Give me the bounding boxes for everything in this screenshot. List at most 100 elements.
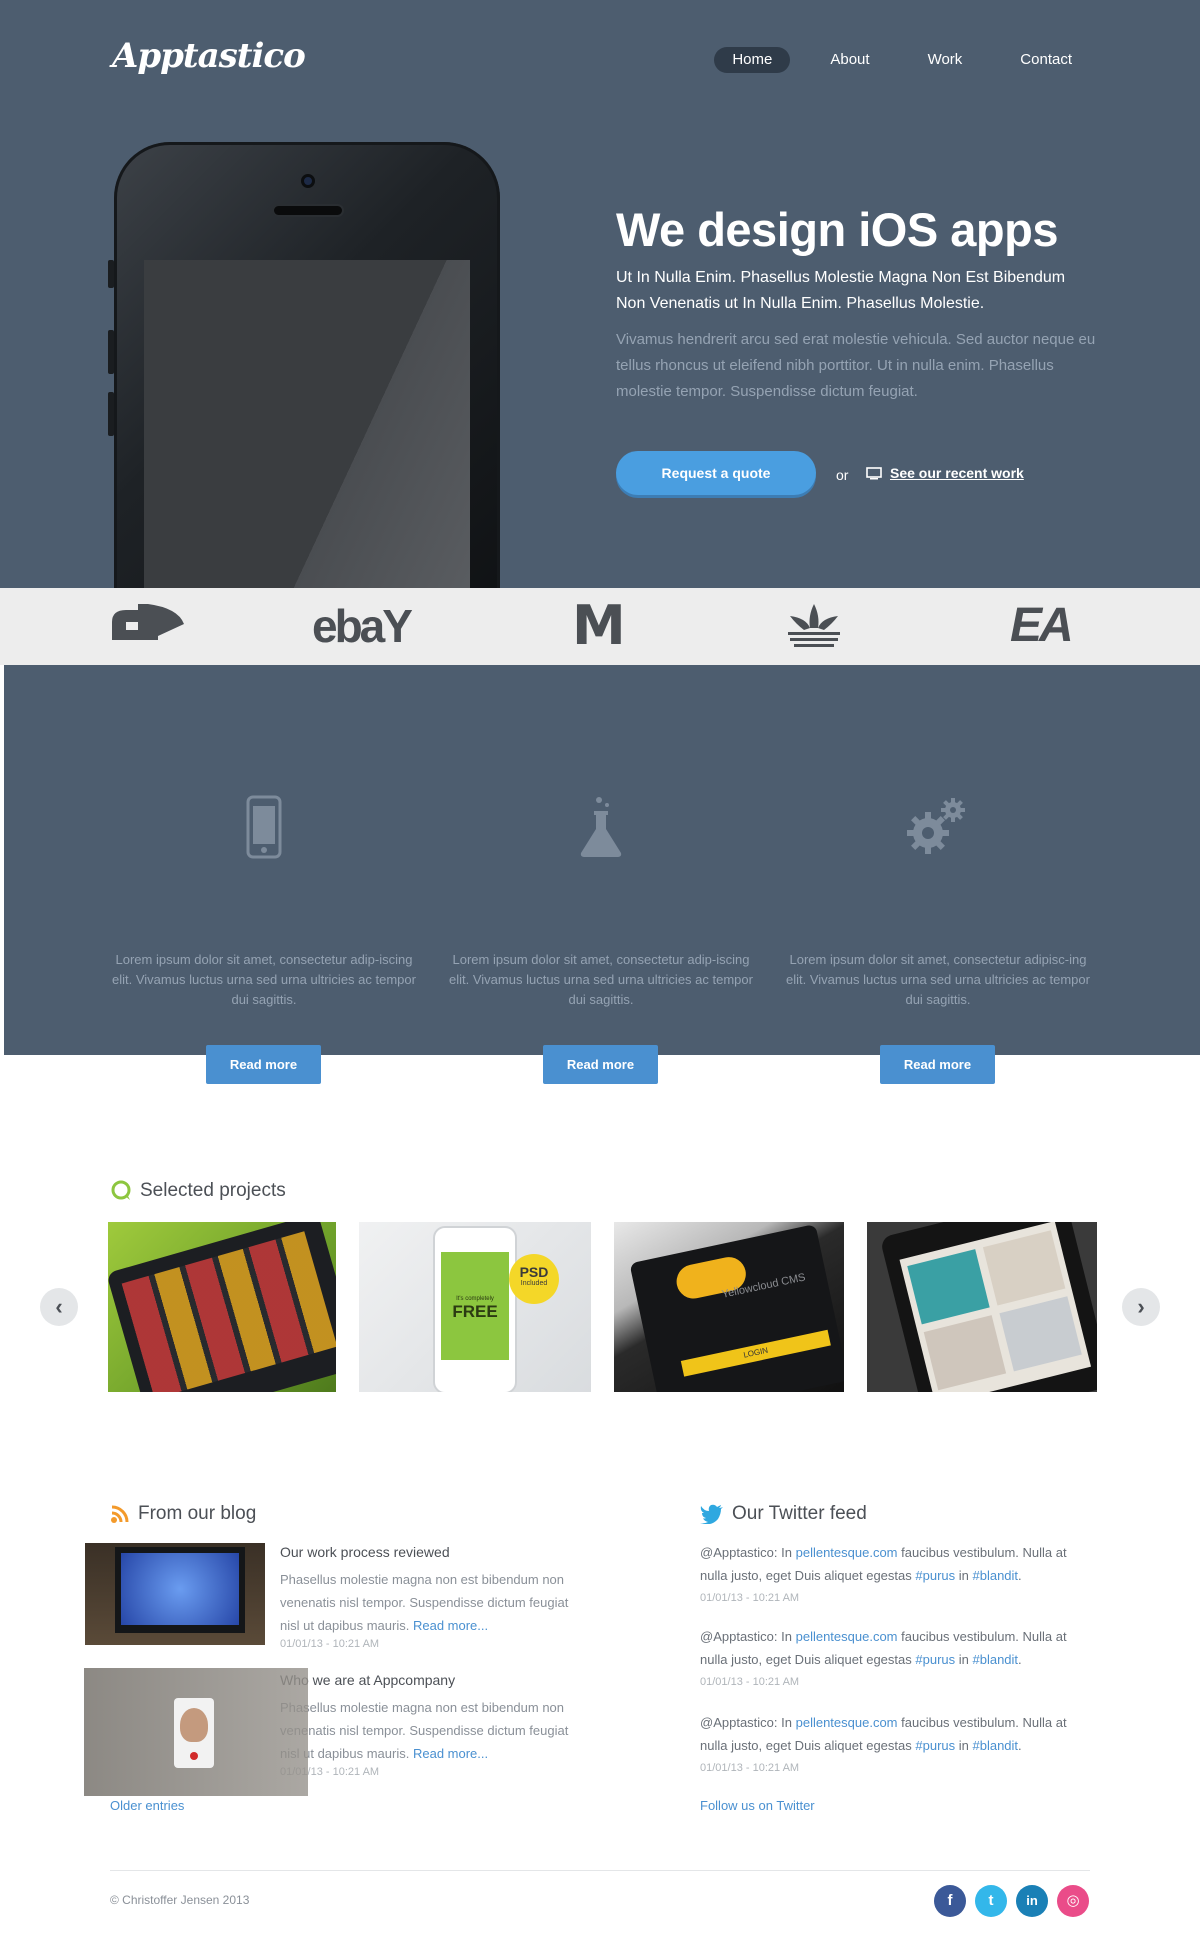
projects-heading: Selected projects bbox=[110, 1180, 286, 1202]
blog-post-image[interactable] bbox=[85, 1543, 265, 1645]
psd-label: PSD bbox=[519, 1264, 549, 1280]
read-more-link[interactable]: Read more... bbox=[413, 1618, 488, 1633]
portrait-face bbox=[180, 1708, 208, 1742]
feature-text: Lorem ipsum dolor sit amet, consectetur … bbox=[786, 952, 1090, 1007]
hero-section: Apptastico Home About Work Contact We de… bbox=[0, 0, 1200, 588]
client-logo-ea: EA bbox=[1010, 599, 1074, 652]
blog-heading: From our blog bbox=[110, 1503, 256, 1525]
psd-sub: Included bbox=[520, 1280, 548, 1287]
read-more-link[interactable]: Read more... bbox=[413, 1746, 488, 1761]
carousel-next-button[interactable]: › bbox=[1122, 1288, 1160, 1326]
iphone-illustration bbox=[108, 142, 500, 588]
smartphone-icon bbox=[246, 795, 282, 859]
phone-volume-up bbox=[108, 330, 114, 374]
speech-bubble-icon bbox=[111, 1180, 131, 1200]
monitor-icon bbox=[866, 466, 882, 479]
read-more-button[interactable]: Read more bbox=[206, 1045, 321, 1084]
read-more-button[interactable]: Read more bbox=[543, 1045, 658, 1084]
older-entries-link[interactable]: Older entries bbox=[110, 1798, 184, 1813]
device-mockup bbox=[108, 1222, 336, 1392]
shot-tile bbox=[999, 1296, 1082, 1372]
main-nav: Home About Work Contact bbox=[714, 47, 1090, 73]
tweet-hashtag[interactable]: #purus bbox=[915, 1738, 955, 1753]
tweet-hashtag[interactable]: #blandit bbox=[973, 1738, 1019, 1753]
facebook-icon[interactable]: f bbox=[934, 1885, 966, 1917]
phone-camera bbox=[301, 174, 315, 188]
twitter-title: Our Twitter feed bbox=[732, 1503, 867, 1524]
hero-lead: Ut In Nulla Enim. Phasellus Molestie Mag… bbox=[616, 269, 1066, 312]
blog-post-title[interactable]: Our work process reviewed bbox=[280, 1544, 450, 1560]
follow-twitter-link[interactable]: Follow us on Twitter bbox=[700, 1798, 815, 1813]
tweet-handle[interactable]: @Apptastico: bbox=[700, 1629, 778, 1644]
tweet-hashtag[interactable]: #blandit bbox=[973, 1652, 1019, 1667]
tweet-link[interactable]: pellentesque.com bbox=[796, 1545, 898, 1560]
tweet-link[interactable]: pellentesque.com bbox=[796, 1715, 898, 1730]
free-label: FREE bbox=[452, 1302, 498, 1321]
record-dot bbox=[190, 1752, 198, 1760]
tweet-hashtag[interactable]: #blandit bbox=[973, 1568, 1019, 1583]
nav-contact[interactable]: Contact bbox=[1002, 47, 1090, 73]
twitter-heading: Our Twitter feed bbox=[700, 1503, 867, 1525]
tweet-hashtag[interactable]: #purus bbox=[915, 1568, 955, 1583]
phone-screen bbox=[144, 260, 470, 588]
hero-or-text: or bbox=[836, 467, 849, 483]
album-grid bbox=[121, 1231, 336, 1392]
phone-mute-switch bbox=[108, 260, 114, 288]
nav-about[interactable]: About bbox=[812, 47, 887, 73]
device-mockup: Yellowcloud CMS LOGIN bbox=[629, 1223, 844, 1392]
client-logo-mcdonalds: M bbox=[572, 594, 626, 657]
feature-text: Lorem ipsum dolor sit amet, consectetur … bbox=[449, 952, 753, 1007]
client-logo-deviantart bbox=[108, 600, 188, 652]
iphone-mockup: It's completely FREE bbox=[433, 1226, 517, 1392]
hero-title: We design iOS apps bbox=[616, 203, 1058, 256]
projects-title: Selected projects bbox=[140, 1180, 286, 1201]
feature-text: Lorem ipsum dolor sit amet, consectetur … bbox=[112, 952, 416, 1007]
blog-post-image[interactable] bbox=[84, 1668, 308, 1796]
shot-tile bbox=[982, 1230, 1066, 1306]
project-thumbnail-yellowcloud-cms[interactable]: Yellowcloud CMS LOGIN bbox=[614, 1222, 844, 1392]
phone-volume-down bbox=[108, 392, 114, 436]
device-mockup bbox=[879, 1222, 1097, 1392]
tweet-text: In bbox=[781, 1715, 792, 1730]
dribbble-icon[interactable]: ◎ bbox=[1057, 1885, 1089, 1917]
flask-icon bbox=[580, 797, 622, 857]
tweet-text: In bbox=[781, 1545, 792, 1560]
nav-work[interactable]: Work bbox=[910, 47, 981, 73]
carousel-prev-button[interactable]: ‹ bbox=[40, 1288, 78, 1326]
project-thumbnail-music-app[interactable] bbox=[108, 1222, 336, 1392]
nav-home[interactable]: Home bbox=[714, 47, 791, 73]
tweet-handle[interactable]: @Apptastico: bbox=[700, 1715, 778, 1730]
tweet-text: In bbox=[781, 1629, 792, 1644]
tweet-item: @Apptastico: In pellentesque.com faucibu… bbox=[700, 1711, 1080, 1780]
project-thumbnail-free-psd[interactable]: It's completely FREE PSD Included bbox=[359, 1222, 591, 1392]
tweet-hashtag[interactable]: #purus bbox=[915, 1652, 955, 1667]
tweet-date: 01/01/13 - 10:21 AM bbox=[700, 1762, 800, 1774]
rss-icon bbox=[111, 1505, 129, 1523]
request-quote-button[interactable]: Request a quote bbox=[616, 451, 816, 495]
phone-screen: It's completely FREE bbox=[441, 1252, 509, 1360]
tweet-date: 01/01/13 - 10:21 AM bbox=[700, 1676, 800, 1688]
twitter-bird-icon bbox=[700, 1504, 723, 1524]
hero-body: Vivamus hendrerit arcu sed erat molestie… bbox=[616, 331, 1096, 400]
tweet-handle[interactable]: @Apptastico: bbox=[700, 1545, 778, 1560]
linkedin-icon[interactable]: in bbox=[1016, 1885, 1048, 1917]
tweet-date: 01/01/13 - 10:21 AM bbox=[700, 1592, 800, 1604]
client-logos-bar: ebaY M EA bbox=[0, 588, 1200, 665]
portrait-phone bbox=[174, 1698, 214, 1768]
shot-tile bbox=[923, 1315, 1007, 1391]
tweet-link[interactable]: pellentesque.com bbox=[796, 1629, 898, 1644]
gears-icon bbox=[907, 798, 965, 854]
read-more-button[interactable]: Read more bbox=[880, 1045, 995, 1084]
tweet-text: in bbox=[958, 1738, 969, 1753]
tweet-text: in bbox=[958, 1568, 969, 1583]
footer-divider bbox=[110, 1870, 1090, 1871]
site-logo[interactable]: Apptastico bbox=[112, 36, 306, 76]
client-logo-adidas bbox=[780, 600, 848, 652]
shot-tile bbox=[907, 1249, 990, 1325]
phone-speaker bbox=[272, 204, 344, 217]
features-section: Lorem ipsum dolor sit amet, consectetur … bbox=[4, 665, 1200, 1055]
see-recent-work-link[interactable]: See our recent work bbox=[866, 465, 1024, 481]
twitter-icon[interactable]: t bbox=[975, 1885, 1007, 1917]
project-thumbnail-dribbble-app[interactable] bbox=[867, 1222, 1097, 1392]
blog-post-excerpt: Phasellus molestie magna non est bibendu… bbox=[280, 1700, 569, 1761]
